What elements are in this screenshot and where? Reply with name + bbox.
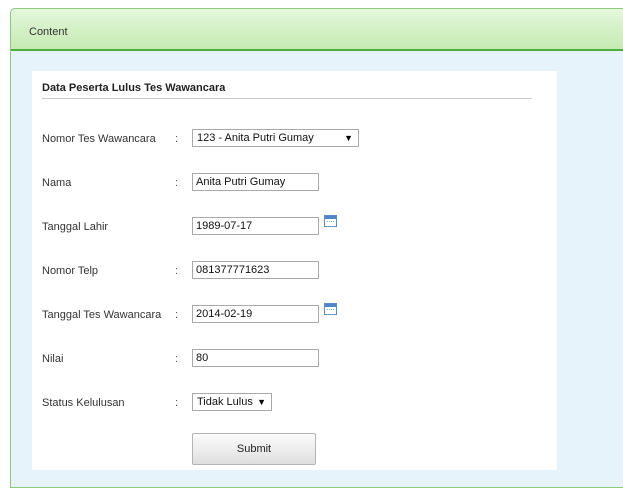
nomor-telp-input[interactable]: 081377771623: [192, 261, 319, 279]
form-container: Data Peserta Lulus Tes Wawancara Nomor T…: [32, 71, 557, 470]
submit-button[interactable]: Submit: [192, 433, 316, 465]
heading-divider: [42, 98, 532, 99]
nilai-label: Nilai: [42, 353, 64, 365]
row-nomor-telp: Nomor Telp : 081377771623: [32, 261, 557, 283]
calendar-icon[interactable]: [324, 215, 337, 227]
nomor-tes-select[interactable]: 123 - Anita Putri Gumay ▼: [192, 129, 359, 147]
row-status-kelulusan: Status Kelulusan : Tidak Lulus ▼: [32, 393, 557, 415]
panel-title: Content: [29, 26, 68, 38]
tanggal-lahir-label: Tanggal Lahir: [42, 221, 109, 233]
row-nama: Nama : Anita Putri Gumay: [32, 173, 557, 195]
row-tanggal-tes: Tanggal Tes Wawancara : 2014-02-19: [32, 303, 557, 327]
row-nilai: Nilai : 80: [32, 349, 557, 371]
row-nomor-tes: Nomor Tes Wawancara : 123 - Anita Putri …: [32, 129, 557, 151]
nomor-telp-label: Nomor Telp: [42, 265, 99, 277]
row-tanggal-lahir: Tanggal Lahir 1989-07-17: [32, 215, 557, 239]
nilai-input[interactable]: 80: [192, 349, 319, 367]
nomor-tes-selected-value: 123 - Anita Putri Gumay: [197, 132, 314, 144]
dropdown-arrow-icon: ▼: [344, 133, 353, 143]
dropdown-arrow-icon: ▼: [257, 397, 266, 407]
separator-colon: :: [175, 309, 179, 321]
status-kelulusan-select[interactable]: Tidak Lulus ▼: [192, 393, 272, 411]
nama-label: Nama: [42, 177, 72, 189]
status-kelulusan-label: Status Kelulusan: [42, 397, 125, 409]
separator-colon: :: [175, 397, 179, 409]
panel-header: Content: [11, 9, 623, 51]
tanggal-tes-label: Tanggal Tes Wawancara: [42, 309, 162, 321]
separator-colon: :: [175, 177, 179, 189]
form-heading: Data Peserta Lulus Tes Wawancara: [42, 82, 226, 94]
nama-input[interactable]: Anita Putri Gumay: [192, 173, 319, 191]
separator-colon: :: [175, 133, 179, 145]
separator-colon: :: [175, 353, 179, 365]
calendar-icon[interactable]: [324, 303, 337, 315]
content-panel: Content Data Peserta Lulus Tes Wawancara…: [10, 8, 623, 488]
tanggal-tes-input[interactable]: 2014-02-19: [192, 305, 319, 323]
separator-colon: :: [175, 265, 179, 277]
tanggal-lahir-input[interactable]: 1989-07-17: [192, 217, 319, 235]
nomor-tes-label: Nomor Tes Wawancara: [42, 133, 156, 145]
status-selected-value: Tidak Lulus: [197, 396, 253, 408]
